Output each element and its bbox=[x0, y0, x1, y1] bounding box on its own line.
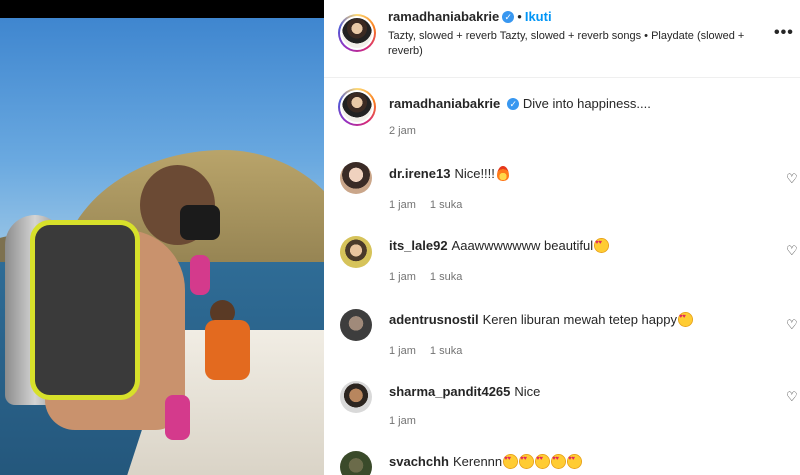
caption-text: ramadhaniabakrie ✓ Dive into happiness...… bbox=[389, 96, 651, 111]
audio-info[interactable]: Tazty, slowed + reverb Tazty, slowed + r… bbox=[388, 29, 760, 59]
heart-eyes-emoji-icon bbox=[551, 454, 567, 469]
fire-emoji-icon bbox=[496, 166, 509, 181]
comment-time[interactable]: 1 jam bbox=[389, 415, 416, 427]
author-row: ramadhaniabakrie ✓ • Ikuti bbox=[388, 9, 552, 24]
comment-body: Kerennn bbox=[452, 454, 503, 469]
comment-username[interactable]: its_lale92 bbox=[389, 238, 448, 253]
heart-eyes-emoji-icon bbox=[677, 312, 693, 327]
comment-username[interactable]: adentrusnostil bbox=[389, 312, 479, 327]
more-options-icon[interactable]: ••• bbox=[774, 24, 794, 42]
heart-eyes-emoji-icon bbox=[503, 454, 519, 469]
diving-mask bbox=[180, 205, 220, 240]
comment-likes[interactable]: 1 suka bbox=[430, 271, 462, 283]
commenter-avatar[interactable] bbox=[340, 309, 372, 341]
follow-button[interactable]: Ikuti bbox=[525, 9, 552, 24]
caption-body: Dive into happiness.... bbox=[522, 96, 651, 111]
comment-text: sharma_pandit4265 Nice bbox=[389, 384, 540, 399]
video-top-bar bbox=[0, 0, 324, 18]
diving-vest bbox=[30, 220, 140, 400]
separator-dot: • bbox=[517, 9, 522, 24]
comment-body: Nice bbox=[514, 384, 541, 399]
pink-glove-lower bbox=[165, 395, 190, 440]
comment-body: Nice!!!! bbox=[454, 166, 495, 181]
heart-eyes-emoji-icon bbox=[594, 238, 610, 253]
comment-time[interactable]: 1 jam bbox=[389, 345, 416, 357]
comment-meta: 1 jam bbox=[389, 415, 430, 427]
comment-username[interactable]: dr.irene13 bbox=[389, 166, 450, 181]
comment-text: svachchh Kerennn bbox=[389, 454, 583, 469]
heart-eyes-emoji-icon bbox=[535, 454, 551, 469]
child-life-vest bbox=[205, 320, 250, 380]
caption-username[interactable]: ramadhaniabakrie bbox=[389, 96, 500, 111]
comment-meta: 1 jam 1 suka bbox=[389, 271, 476, 283]
comment-text: its_lale92 Aaawwwwwww beautiful bbox=[389, 238, 610, 253]
caption-avatar[interactable] bbox=[338, 88, 376, 126]
author-username[interactable]: ramadhaniabakrie bbox=[388, 9, 499, 24]
verified-icon: ✓ bbox=[507, 98, 520, 110]
post-side-panel: ramadhaniabakrie ✓ • Ikuti Tazty, slowed + … bbox=[324, 0, 800, 475]
comment-body: Aaawwwwwww beautiful bbox=[451, 238, 594, 253]
comment-time[interactable]: 1 jam bbox=[389, 199, 416, 211]
comment-text: adentrusnostil Keren liburan mewah tetep … bbox=[389, 312, 693, 327]
commenter-avatar[interactable] bbox=[340, 381, 372, 413]
like-heart-icon[interactable]: ♡ bbox=[786, 318, 800, 332]
heart-eyes-emoji-icon bbox=[519, 454, 535, 469]
commenter-avatar[interactable] bbox=[340, 236, 372, 268]
like-heart-icon[interactable]: ♡ bbox=[786, 244, 800, 258]
comment-meta: 1 jam 1 suka bbox=[389, 199, 476, 211]
comment-likes[interactable]: 1 suka bbox=[430, 345, 462, 357]
comment-text: dr.irene13 Nice!!!! bbox=[389, 166, 509, 181]
verified-icon: ✓ bbox=[502, 11, 515, 23]
comment-username[interactable]: svachchh bbox=[389, 454, 449, 469]
caption-meta: 2 jam bbox=[389, 125, 430, 137]
like-heart-icon[interactable]: ♡ bbox=[786, 390, 800, 404]
comment-body: Keren liburan mewah tetep happy bbox=[482, 312, 677, 327]
like-heart-icon[interactable]: ♡ bbox=[786, 172, 800, 186]
comment-likes[interactable]: 1 suka bbox=[430, 199, 462, 211]
comment-time[interactable]: 1 jam bbox=[389, 271, 416, 283]
commenter-avatar[interactable] bbox=[340, 451, 372, 475]
caption-time[interactable]: 2 jam bbox=[389, 125, 416, 137]
author-avatar[interactable] bbox=[338, 14, 376, 52]
post-header: ramadhaniabakrie ✓ • Ikuti Tazty, slowed + … bbox=[324, 0, 800, 78]
comment-meta: 1 jam 1 suka bbox=[389, 345, 476, 357]
comment-username[interactable]: sharma_pandit4265 bbox=[389, 384, 510, 399]
post-video[interactable] bbox=[0, 0, 324, 475]
heart-eyes-emoji-icon bbox=[567, 454, 583, 469]
pink-glove bbox=[190, 255, 210, 295]
commenter-avatar[interactable] bbox=[340, 162, 372, 194]
